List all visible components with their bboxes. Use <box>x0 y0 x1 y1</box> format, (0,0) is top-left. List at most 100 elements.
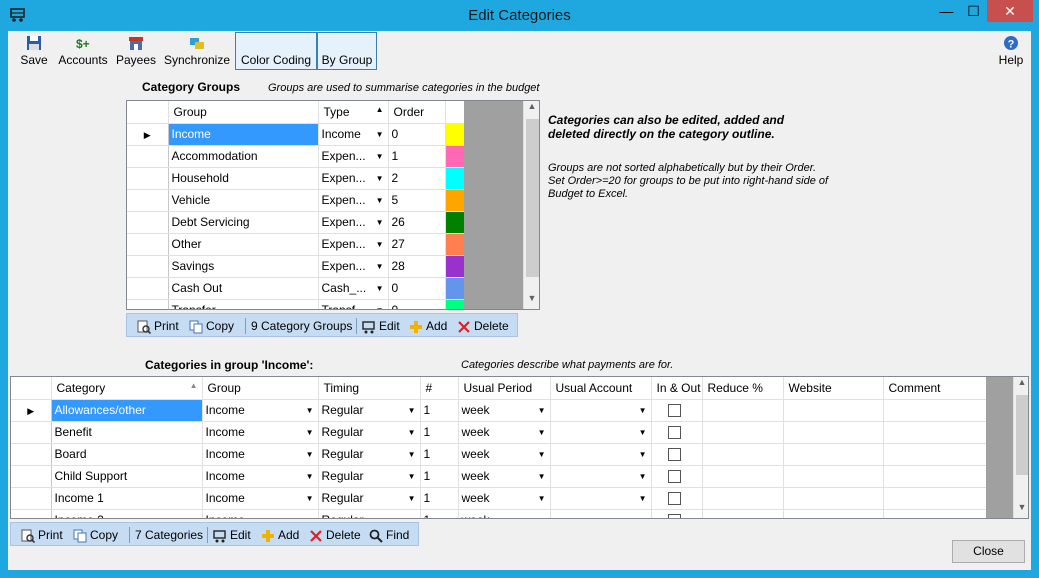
website-cell[interactable] <box>783 443 884 466</box>
row-header[interactable] <box>127 211 169 234</box>
comment-cell[interactable] <box>883 399 987 422</box>
usual-period-dropdown[interactable]: week ▼ <box>458 509 551 518</box>
category-group-dropdown[interactable]: Income ▼ <box>202 399 319 422</box>
group-order-cell[interactable]: 2 <box>388 167 446 190</box>
row-header[interactable] <box>11 421 52 444</box>
groups-print-button[interactable]: Print <box>137 317 179 335</box>
usual-account-dropdown[interactable]: ▼ <box>550 509 652 518</box>
group-color-swatch[interactable] <box>445 189 465 212</box>
category-name-cell[interactable]: Income 1 <box>51 487 203 510</box>
scroll-up-icon[interactable]: ▲ <box>1014 377 1028 393</box>
categories-add-button[interactable]: Add <box>261 526 299 544</box>
groups-scrollbar[interactable]: ▲ ▼ <box>523 101 539 309</box>
by-group-toggle[interactable]: By Group <box>317 32 377 70</box>
group-name-cell[interactable]: Other <box>168 233 319 256</box>
group-color-swatch[interactable] <box>445 211 465 234</box>
category-row[interactable]: ▶ Allowances/other Income ▼ Regular ▼ 1 week ▼ ▼ <box>11 399 987 422</box>
column-header-group[interactable]: Group <box>168 101 319 124</box>
group-type-dropdown[interactable]: Expen... ▼ <box>318 167 389 190</box>
group-color-swatch[interactable] <box>445 167 465 190</box>
categories-edit-button[interactable]: Edit <box>213 526 251 544</box>
categories-delete-button[interactable]: Delete <box>309 526 361 544</box>
group-row[interactable]: Other Expen... ▼ 27 <box>127 233 465 256</box>
timing-dropdown[interactable]: Regular ▼ <box>318 509 421 518</box>
row-header[interactable] <box>11 509 52 518</box>
group-name-cell[interactable]: Transfer <box>168 299 319 309</box>
usual-period-dropdown[interactable]: week ▼ <box>458 421 551 444</box>
category-group-dropdown[interactable]: Income ▼ <box>202 509 319 518</box>
row-header[interactable] <box>127 233 169 256</box>
row-header[interactable] <box>127 277 169 300</box>
groups-copy-button[interactable]: Copy <box>189 317 234 335</box>
usual-period-dropdown[interactable]: week ▼ <box>458 443 551 466</box>
group-name-cell[interactable]: Income <box>168 123 319 146</box>
category-row[interactable]: Income 2Income ▼ Regular ▼ 1week ▼ ▼ <box>11 509 987 518</box>
group-order-cell[interactable]: 0 <box>388 299 446 309</box>
payees-button[interactable]: Payees <box>116 33 156 69</box>
group-order-cell[interactable]: 28 <box>388 255 446 278</box>
groups-delete-button[interactable]: Delete <box>457 317 509 335</box>
scroll-thumb[interactable] <box>1016 395 1028 475</box>
category-row[interactable]: Board Income ▼ Regular ▼ 1 week ▼ ▼ <box>11 443 987 466</box>
group-color-swatch[interactable] <box>445 277 465 300</box>
column-header-type[interactable]: Type ▲ <box>318 101 389 124</box>
group-row[interactable]: Debt Servicing Expen... ▼ 26 <box>127 211 465 234</box>
website-cell[interactable] <box>783 465 884 488</box>
group-type-dropdown[interactable]: Expen... ▼ <box>318 233 389 256</box>
number-cell[interactable]: 1 <box>420 443 459 466</box>
group-row[interactable]: Household Expen... ▼ 2 <box>127 167 465 190</box>
usual-account-dropdown[interactable]: ▼ <box>550 421 652 444</box>
row-header[interactable] <box>11 465 52 488</box>
row-header[interactable] <box>127 255 169 278</box>
category-group-dropdown[interactable]: Income ▼ <box>202 465 319 488</box>
category-group-dropdown[interactable]: Income ▼ <box>202 443 319 466</box>
comment-cell[interactable] <box>883 487 987 510</box>
in-out-checkbox[interactable] <box>667 404 681 418</box>
column-header-reduce[interactable]: Reduce % <box>702 377 784 400</box>
row-header[interactable] <box>127 145 169 168</box>
column-header-in-out[interactable]: In & Out <box>651 377 703 400</box>
comment-cell[interactable] <box>883 509 987 518</box>
categories-print-button[interactable]: Print <box>21 526 63 544</box>
group-type-dropdown[interactable]: Expen... ▼ <box>318 211 389 234</box>
usual-account-dropdown[interactable]: ▼ <box>550 465 652 488</box>
groups-add-button[interactable]: Add <box>409 317 447 335</box>
reduce-cell[interactable] <box>702 487 784 510</box>
number-cell[interactable]: 1 <box>420 487 459 510</box>
column-header-group[interactable]: Group <box>202 377 319 400</box>
category-group-dropdown[interactable]: Income ▼ <box>202 487 319 510</box>
column-header-category[interactable]: Category ▲ <box>51 377 203 400</box>
group-order-cell[interactable]: 5 <box>388 189 446 212</box>
column-header-number[interactable]: # <box>420 377 459 400</box>
group-order-cell[interactable]: 1 <box>388 145 446 168</box>
timing-dropdown[interactable]: Regular ▼ <box>318 399 421 422</box>
group-name-cell[interactable]: Accommodation <box>168 145 319 168</box>
group-row[interactable]: Transfer Transf... ▼ 0 <box>127 299 465 309</box>
group-type-dropdown[interactable]: Expen... ▼ <box>318 189 389 212</box>
group-row[interactable]: Vehicle Expen... ▼ 5 <box>127 189 465 212</box>
reduce-cell[interactable] <box>702 465 784 488</box>
usual-period-dropdown[interactable]: week ▼ <box>458 487 551 510</box>
reduce-cell[interactable] <box>702 399 784 422</box>
categories-find-button[interactable]: Find <box>369 526 409 544</box>
timing-dropdown[interactable]: Regular ▼ <box>318 421 421 444</box>
in-out-checkbox[interactable] <box>667 470 681 484</box>
number-cell[interactable]: 1 <box>420 465 459 488</box>
save-button[interactable]: Save <box>18 33 50 69</box>
group-type-dropdown[interactable]: Cash_... ▼ <box>318 277 389 300</box>
website-cell[interactable] <box>783 487 884 510</box>
group-name-cell[interactable]: Vehicle <box>168 189 319 212</box>
comment-cell[interactable] <box>883 443 987 466</box>
group-color-swatch[interactable] <box>445 299 465 309</box>
help-button[interactable]: ? Help <box>996 33 1026 69</box>
website-cell[interactable] <box>783 399 884 422</box>
categories-copy-button[interactable]: Copy <box>73 526 118 544</box>
row-header[interactable] <box>127 189 169 212</box>
categories-scrollbar[interactable]: ▲ ▼ <box>1013 377 1028 518</box>
column-header-website[interactable]: Website <box>783 377 884 400</box>
category-row[interactable]: Benefit Income ▼ Regular ▼ 1 week ▼ ▼ <box>11 421 987 444</box>
group-type-dropdown[interactable]: Expen... ▼ <box>318 145 389 168</box>
timing-dropdown[interactable]: Regular ▼ <box>318 487 421 510</box>
group-color-swatch[interactable] <box>445 233 465 256</box>
row-header[interactable] <box>127 167 169 190</box>
